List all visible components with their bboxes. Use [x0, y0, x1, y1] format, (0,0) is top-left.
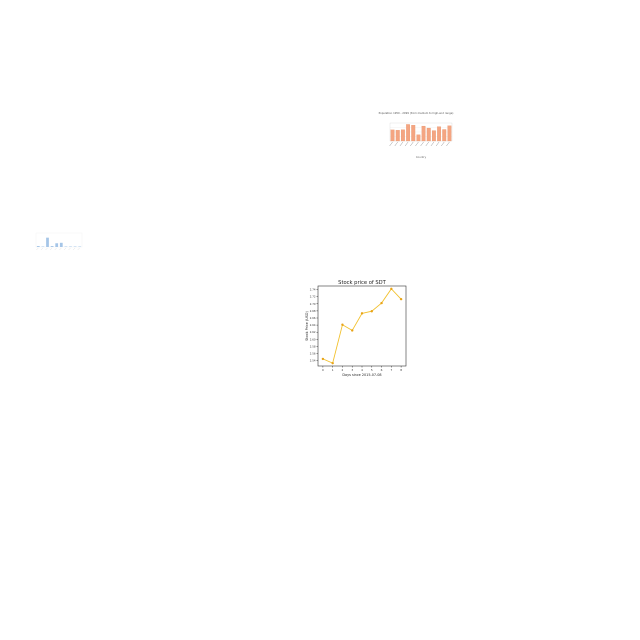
- x-tick-label-0: 0: [322, 368, 324, 372]
- x-tick-label-7: 7: [390, 368, 392, 372]
- x-axis-label: Days since 2015-07-08: [342, 373, 381, 377]
- bar-11: [447, 125, 452, 142]
- y-tick-label-2: 2.58: [310, 344, 316, 348]
- bar-5: [416, 134, 421, 142]
- stock-price-line-chart: Stock price of SDT 0 1 2 3 4 5 6 7 8 2.54 2.56 2.58 2…: [300, 278, 412, 380]
- data-point-7: [390, 287, 393, 291]
- bar-4: [411, 125, 416, 142]
- x-tick-label-9: [77, 247, 80, 251]
- bar-2: [46, 237, 49, 247]
- plot-frame: [317, 285, 407, 367]
- data-point-8: [399, 297, 403, 301]
- x-tick-label-8: 8: [400, 368, 402, 372]
- x-tick-label-1: [40, 247, 44, 251]
- y-tick-label-3: 2.60: [310, 337, 316, 341]
- x-tick-label-8: [72, 247, 76, 251]
- x-tick-label-4: [54, 247, 57, 251]
- bar-5: [59, 242, 63, 247]
- data-point-1: [331, 361, 334, 365]
- x-tick-label-3: 3: [351, 368, 353, 372]
- x-tick-label-7: [425, 141, 429, 147]
- x-tick-label-6: [63, 247, 67, 251]
- x-axis-label: Country: [416, 155, 427, 159]
- small-blue-bar-chart-svg: [35, 232, 83, 251]
- chart-title: Stock price of SDT: [338, 280, 387, 286]
- y-tick-label-8: 2.70: [310, 302, 316, 306]
- bar-4: [55, 243, 59, 247]
- bar-0: [36, 246, 40, 247]
- x-tick-label-2: [45, 247, 48, 251]
- bar-1: [395, 130, 400, 142]
- plot-frame: [35, 232, 83, 248]
- x-tick-label-8: [430, 141, 435, 147]
- bar-10: [442, 129, 447, 142]
- x-tick-label-1: [394, 141, 398, 147]
- data-point-5: [370, 310, 373, 313]
- bar-3: [406, 124, 410, 142]
- data-point-0: [321, 357, 325, 361]
- series-line: [322, 288, 402, 364]
- population-bar-chart: Population 1950 - 2099 (from medium to h…: [376, 110, 456, 160]
- x-tick-label-10: [441, 141, 445, 147]
- bar-9: [437, 126, 441, 142]
- x-tick-label-3: [404, 141, 409, 147]
- x-tick-label-4: 4: [361, 368, 363, 372]
- x-tick-label-6: 6: [381, 368, 383, 372]
- x-tick-label-5: 5: [371, 368, 373, 372]
- y-tick-label-6: 2.66: [310, 316, 316, 320]
- x-tick-label-0: [389, 141, 393, 147]
- bar-2: [401, 129, 405, 142]
- x-tick-label-2: 2: [342, 368, 344, 372]
- data-point-6: [380, 301, 383, 305]
- y-tick-label-10: 2.74: [310, 288, 316, 292]
- x-tick-label-2: [399, 141, 404, 147]
- x-tick-label-5: [415, 141, 419, 147]
- bar-3: [50, 246, 54, 247]
- data-point-3: [351, 329, 354, 332]
- small-blue-bar-chart: [32, 224, 84, 256]
- x-tick-label-0: [36, 247, 39, 251]
- x-tick-label-7: [68, 247, 71, 251]
- x-tick-label-1: 1: [332, 368, 334, 372]
- population-bar-chart-svg: Population 1950 - 2099 (from medium to h…: [379, 111, 454, 159]
- x-tick-label-11: [446, 141, 450, 147]
- y-tick-label-1: 2.56: [310, 352, 316, 356]
- y-axis-label: Stock Price (USD): [305, 310, 309, 340]
- x-tick-label-6: [420, 141, 424, 147]
- y-tick-label-9: 2.72: [310, 295, 316, 299]
- x-tick-label-3: [49, 247, 53, 251]
- x-tick-label-9: [435, 141, 440, 147]
- x-tick-label-5: [59, 247, 62, 251]
- y-tick-label-7: 2.68: [310, 309, 316, 313]
- y-tick-label-4: 2.62: [310, 330, 316, 334]
- bar-7: [426, 127, 431, 142]
- data-point-4: [360, 312, 364, 315]
- bar-0: [390, 129, 395, 142]
- bar-6: [421, 125, 426, 142]
- chart-title: Population 1950 - 2099 (from medium to h…: [379, 111, 454, 115]
- y-tick-label-0: 2.54: [310, 359, 316, 363]
- x-tick-label-4: [410, 141, 414, 147]
- bar-8: [432, 130, 436, 142]
- data-point-2: [341, 323, 344, 326]
- stock-price-line-chart-svg: Stock price of SDT 0 1 2 3 4 5 6 7 8 2.54 2.56 2.58 2…: [305, 280, 407, 377]
- y-tick-label-5: 2.64: [310, 323, 316, 327]
